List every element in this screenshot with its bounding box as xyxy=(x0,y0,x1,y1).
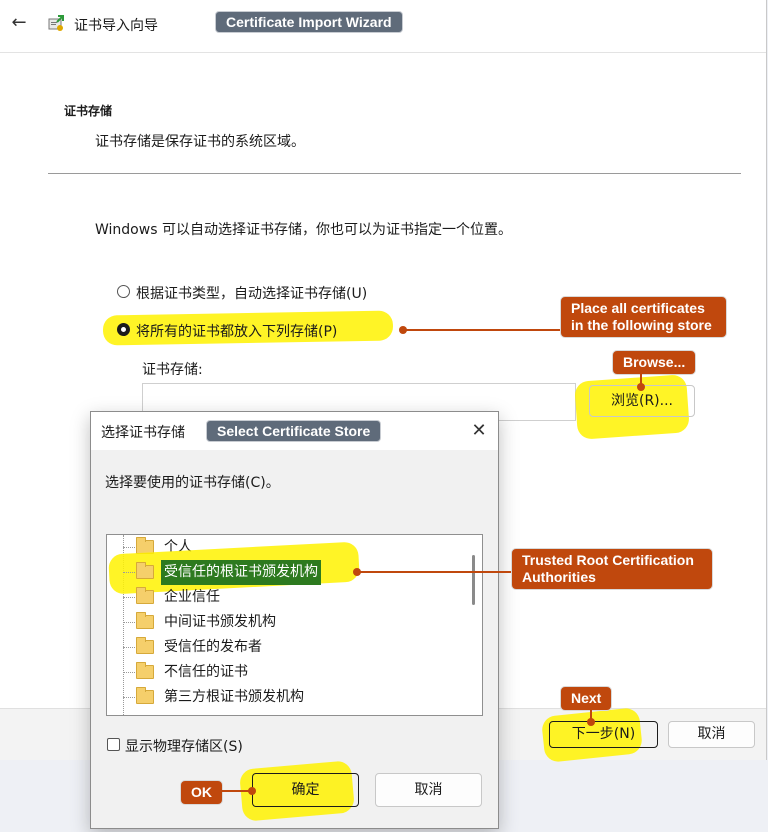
store-field-label: 证书存储: xyxy=(142,362,203,378)
wizard-cancel-button[interactable]: 取消 xyxy=(668,721,755,748)
tree-item-untrusted[interactable]: 不信任的证书 xyxy=(107,660,462,685)
callout-trusted-line2: Authorities xyxy=(522,569,596,585)
tree-item-label: 受信任的发布者 xyxy=(164,639,262,655)
folder-icon xyxy=(136,637,154,654)
folder-icon xyxy=(136,612,154,629)
callout-trusted-line1: Trusted Root Certification xyxy=(522,552,694,568)
tree-item-label: 中间证书颁发机构 xyxy=(164,614,276,630)
tree-item-intermediate-ca[interactable]: 中间证书颁发机构 xyxy=(107,610,462,635)
title-divider xyxy=(0,52,766,53)
tree-branch xyxy=(123,647,135,648)
folder-icon xyxy=(136,687,154,704)
next-button[interactable]: 下一步(N) xyxy=(549,721,658,748)
tree-item-third-party-root[interactable]: 第三方根证书颁发机构 xyxy=(107,685,462,710)
callout-ok-dot xyxy=(248,787,256,795)
tree-branch xyxy=(123,597,135,598)
callout-ok: OK xyxy=(180,780,223,805)
tree-branch xyxy=(123,572,135,573)
tree-branch xyxy=(123,547,135,548)
close-icon[interactable]: ✕ xyxy=(467,419,491,443)
tree-branch xyxy=(123,672,135,673)
section-separator xyxy=(48,173,741,174)
folder-icon xyxy=(136,662,154,679)
callout-browse-dot xyxy=(637,383,645,391)
folder-icon xyxy=(136,562,154,579)
tree-branch xyxy=(123,697,135,698)
store-tree[interactable]: 个人 受信任的根证书颁发机构 企业信任 中间证书颁发机构 受信任的发布者 不信任… xyxy=(106,534,483,716)
folder-icon xyxy=(136,587,154,604)
dialog-annotation: Select Certificate Store xyxy=(206,420,382,442)
select-store-dialog: 选择证书存储 Select Certificate Store ✕ 选择要使用的… xyxy=(90,411,499,829)
radio-manual-store-label[interactable]: 将所有的证书都放入下列存储(P) xyxy=(136,321,337,341)
callout-place-all-dot xyxy=(399,326,407,334)
certificate-icon xyxy=(48,15,64,31)
dialog-cancel-button[interactable]: 取消 xyxy=(375,773,482,807)
show-physical-checkbox[interactable] xyxy=(107,738,120,751)
tree-item-label: 不信任的证书 xyxy=(164,664,248,680)
tree-item-trusted-publishers[interactable]: 受信任的发布者 xyxy=(107,635,462,660)
section-title: 证书存储 xyxy=(64,104,113,118)
tree-item-enterprise-trust[interactable]: 企业信任 xyxy=(107,585,462,610)
callout-next-dot xyxy=(587,718,595,726)
callout-place-all-pointer xyxy=(404,329,562,331)
callout-trusted-pointer xyxy=(357,571,512,573)
callout-place-all-line2: in the following store xyxy=(571,317,712,333)
callout-place-all-line1: Place all certificates xyxy=(571,300,705,316)
callout-next: Next xyxy=(560,686,613,711)
section-description: 证书存储是保存证书的系统区域。 xyxy=(95,134,305,150)
scrollbar-thumb[interactable] xyxy=(472,555,475,605)
radio-auto-select-label[interactable]: 根据证书类型，自动选择证书存储(U) xyxy=(136,283,367,303)
callout-trusted-root: Trusted Root Certification Authorities xyxy=(511,548,713,590)
auto-select-description: Windows 可以自动选择证书存储，你也可以为证书指定一个位置。 xyxy=(95,222,512,238)
radio-manual-store[interactable] xyxy=(117,323,130,336)
dialog-title: 选择证书存储 xyxy=(101,425,185,441)
wizard-title: 证书导入向导 xyxy=(74,18,158,34)
tree-branch xyxy=(123,622,135,623)
callout-place-all: Place all certificates in the following … xyxy=(560,296,727,338)
tree-item-label: 受信任的根证书颁发机构 xyxy=(161,560,321,585)
callout-browse: Browse... xyxy=(612,350,697,375)
wizard-annotation: Certificate Import Wizard xyxy=(215,11,403,33)
back-arrow-icon[interactable]: ← xyxy=(8,12,30,34)
show-physical-label[interactable]: 显示物理存储区(S) xyxy=(125,736,243,756)
tree-item-label: 第三方根证书颁发机构 xyxy=(164,689,304,705)
tree-item-label: 企业信任 xyxy=(164,589,220,605)
dialog-prompt: 选择要使用的证书存储(C)。 xyxy=(105,475,280,491)
tree-scrollbar[interactable] xyxy=(464,535,482,715)
ok-button[interactable]: 确定 xyxy=(252,773,359,807)
callout-trusted-dot xyxy=(353,568,361,576)
radio-auto-select[interactable] xyxy=(117,285,130,298)
